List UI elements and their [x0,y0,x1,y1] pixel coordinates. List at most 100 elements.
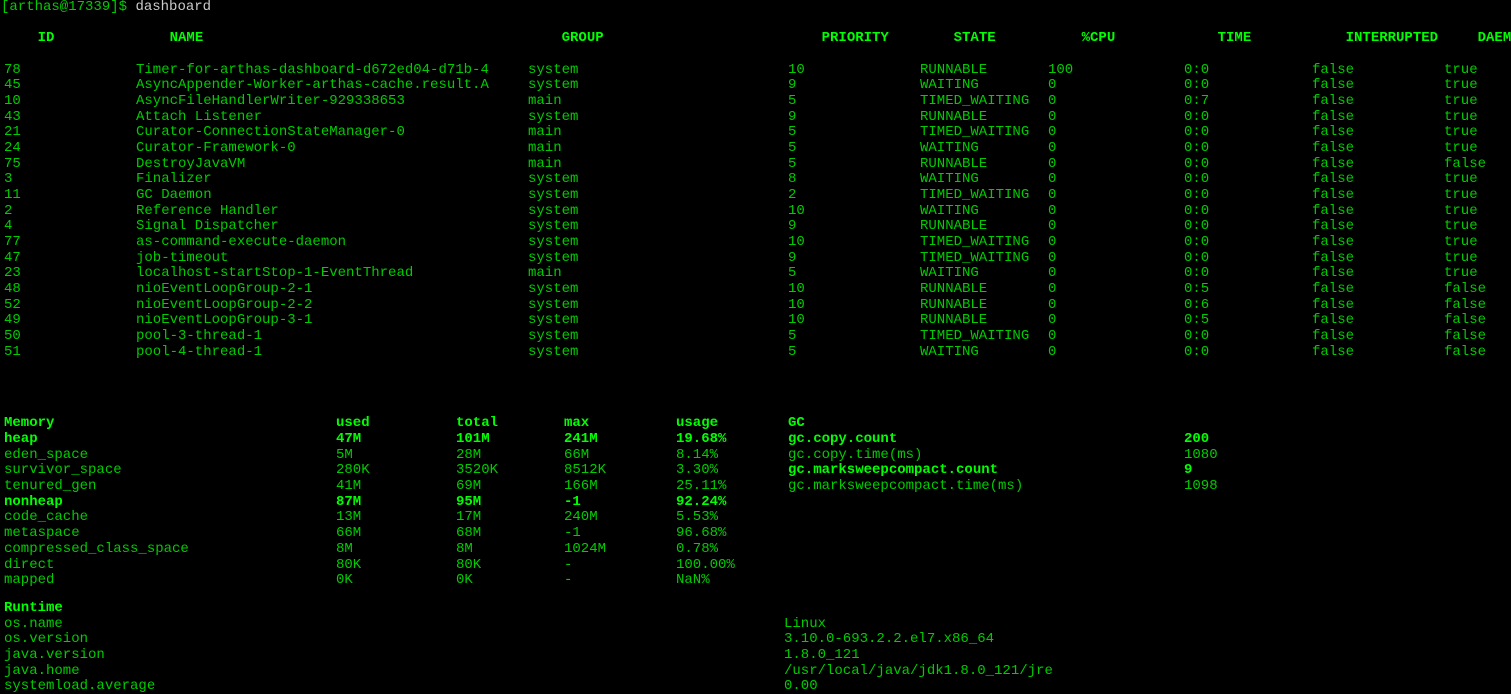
thread-daemon: true [1444,94,1511,110]
runtime-header: Runtime [4,601,784,617]
memory-used: 47M [336,432,456,448]
thread-row: 75DestroyJavaVMmain5RUNNABLE00:0falsefal… [4,157,1511,173]
thread-cpu: 0 [1048,345,1184,361]
gc-value: 9 [1184,463,1384,479]
gc-label: gc.copy.count [788,432,1184,448]
thread-state: TIMED_WAITING [920,94,1048,110]
runtime-label: java.version [4,648,784,664]
thread-id: 48 [4,282,136,298]
thread-daemon: true [1444,63,1511,79]
thread-name: nioEventLoopGroup-2-2 [136,298,528,314]
thread-interrupted: false [1312,94,1444,110]
thread-group: system [528,251,788,267]
thread-group: system [528,219,788,235]
thread-cpu: 0 [1048,313,1184,329]
thread-id: 52 [4,298,136,314]
thread-name: Curator-Framework-0 [136,141,528,157]
thread-row: 4Signal Dispatchersystem9RUNNABLE00:0fal… [4,219,1511,235]
thread-name: localhost-startStop-1-EventThread [136,266,528,282]
thread-interrupted: false [1312,78,1444,94]
thread-group: system [528,110,788,126]
thread-group: system [528,172,788,188]
thread-cpu: 0 [1048,219,1184,235]
thread-time: 0:0 [1184,251,1312,267]
thread-id: 49 [4,313,136,329]
thread-name: pool-3-thread-1 [136,329,528,345]
thread-priority: 9 [788,251,920,267]
prompt-line[interactable]: [arthas@17339]$ dashboard [1,0,1511,16]
thread-time: 0:6 [1184,298,1312,314]
runtime-row: os.nameLinux [4,617,1511,633]
thread-daemon: false [1444,298,1511,314]
thread-priority: 5 [788,157,920,173]
gc-label: gc.marksweepcompact.count [788,463,1184,479]
header-daemon: DAEMON [1478,31,1511,47]
header-state: STATE [954,31,1082,47]
thread-group: system [528,313,788,329]
thread-interrupted: false [1312,282,1444,298]
thread-daemon: true [1444,172,1511,188]
thread-priority: 2 [788,188,920,204]
thread-group: system [528,204,788,220]
thread-group: main [528,157,788,173]
thread-state: RUNNABLE [920,219,1048,235]
thread-row: 3Finalizersystem8WAITING00:0falsetrue [4,172,1511,188]
memory-label: nonheap [4,495,336,511]
memory-body: MemoryusedtotalmaxusageGCheap47M101M241M… [4,416,1511,588]
thread-interrupted: false [1312,251,1444,267]
thread-time: 0:0 [1184,157,1312,173]
thread-cpu: 0 [1048,157,1184,173]
thread-row: 51pool-4-thread-1system5WAITING00:0false… [4,345,1511,361]
thread-id: 23 [4,266,136,282]
thread-daemon: false [1444,313,1511,329]
memory-row: metaspace66M68M-196.68% [4,526,1511,542]
thread-row: 47job-timeoutsystem9TIMED_WAITING00:0fal… [4,251,1511,267]
gc-header: GC [788,416,1184,432]
thread-cpu: 0 [1048,94,1184,110]
thread-priority: 5 [788,125,920,141]
memory-max: 166M [564,479,676,495]
thread-state: RUNNABLE [920,157,1048,173]
memory-label: eden_space [4,448,336,464]
runtime-label: systemload.average [4,679,784,694]
thread-state: WAITING [920,141,1048,157]
thread-name: Signal Dispatcher [136,219,528,235]
thread-interrupted: false [1312,266,1444,282]
thread-interrupted: false [1312,188,1444,204]
thread-name: Curator-ConnectionStateManager-0 [136,125,528,141]
runtime-label: os.version [4,632,784,648]
prompt-command: dashboard [135,0,211,15]
thread-name: as-command-execute-daemon [136,235,528,251]
memory-label: mapped [4,573,336,589]
gc-value: 200 [1184,432,1384,448]
thread-name: DestroyJavaVM [136,157,528,173]
thread-daemon: false [1444,345,1511,361]
thread-name: job-timeout [136,251,528,267]
thread-time: 0:0 [1184,235,1312,251]
memory-header-max: max [564,416,676,432]
memory-usage: 19.68% [676,432,788,448]
thread-cpu: 0 [1048,329,1184,345]
header-group: GROUP [562,31,822,47]
thread-priority: 10 [788,63,920,79]
thread-state: RUNNABLE [920,282,1048,298]
thread-daemon: true [1444,188,1511,204]
header-cpu: %CPU [1082,31,1218,47]
thread-daemon: true [1444,141,1511,157]
thread-priority: 5 [788,94,920,110]
memory-label: code_cache [4,510,336,526]
thread-row: 49nioEventLoopGroup-3-1system10RUNNABLE0… [4,313,1511,329]
thread-state: WAITING [920,172,1048,188]
memory-used: 66M [336,526,456,542]
memory-gc-section: MemoryusedtotalmaxusageGCheap47M101M241M… [4,416,1511,588]
thread-priority: 5 [788,329,920,345]
header-time: TIME [1218,31,1346,47]
thread-state: WAITING [920,266,1048,282]
thread-id: 2 [4,204,136,220]
runtime-label: os.name [4,617,784,633]
memory-used: 41M [336,479,456,495]
memory-used: 5M [336,448,456,464]
thread-state: TIMED_WAITING [920,125,1048,141]
memory-row: mapped0K0K-NaN% [4,573,1511,589]
memory-row: nonheap87M95M-192.24% [4,495,1511,511]
